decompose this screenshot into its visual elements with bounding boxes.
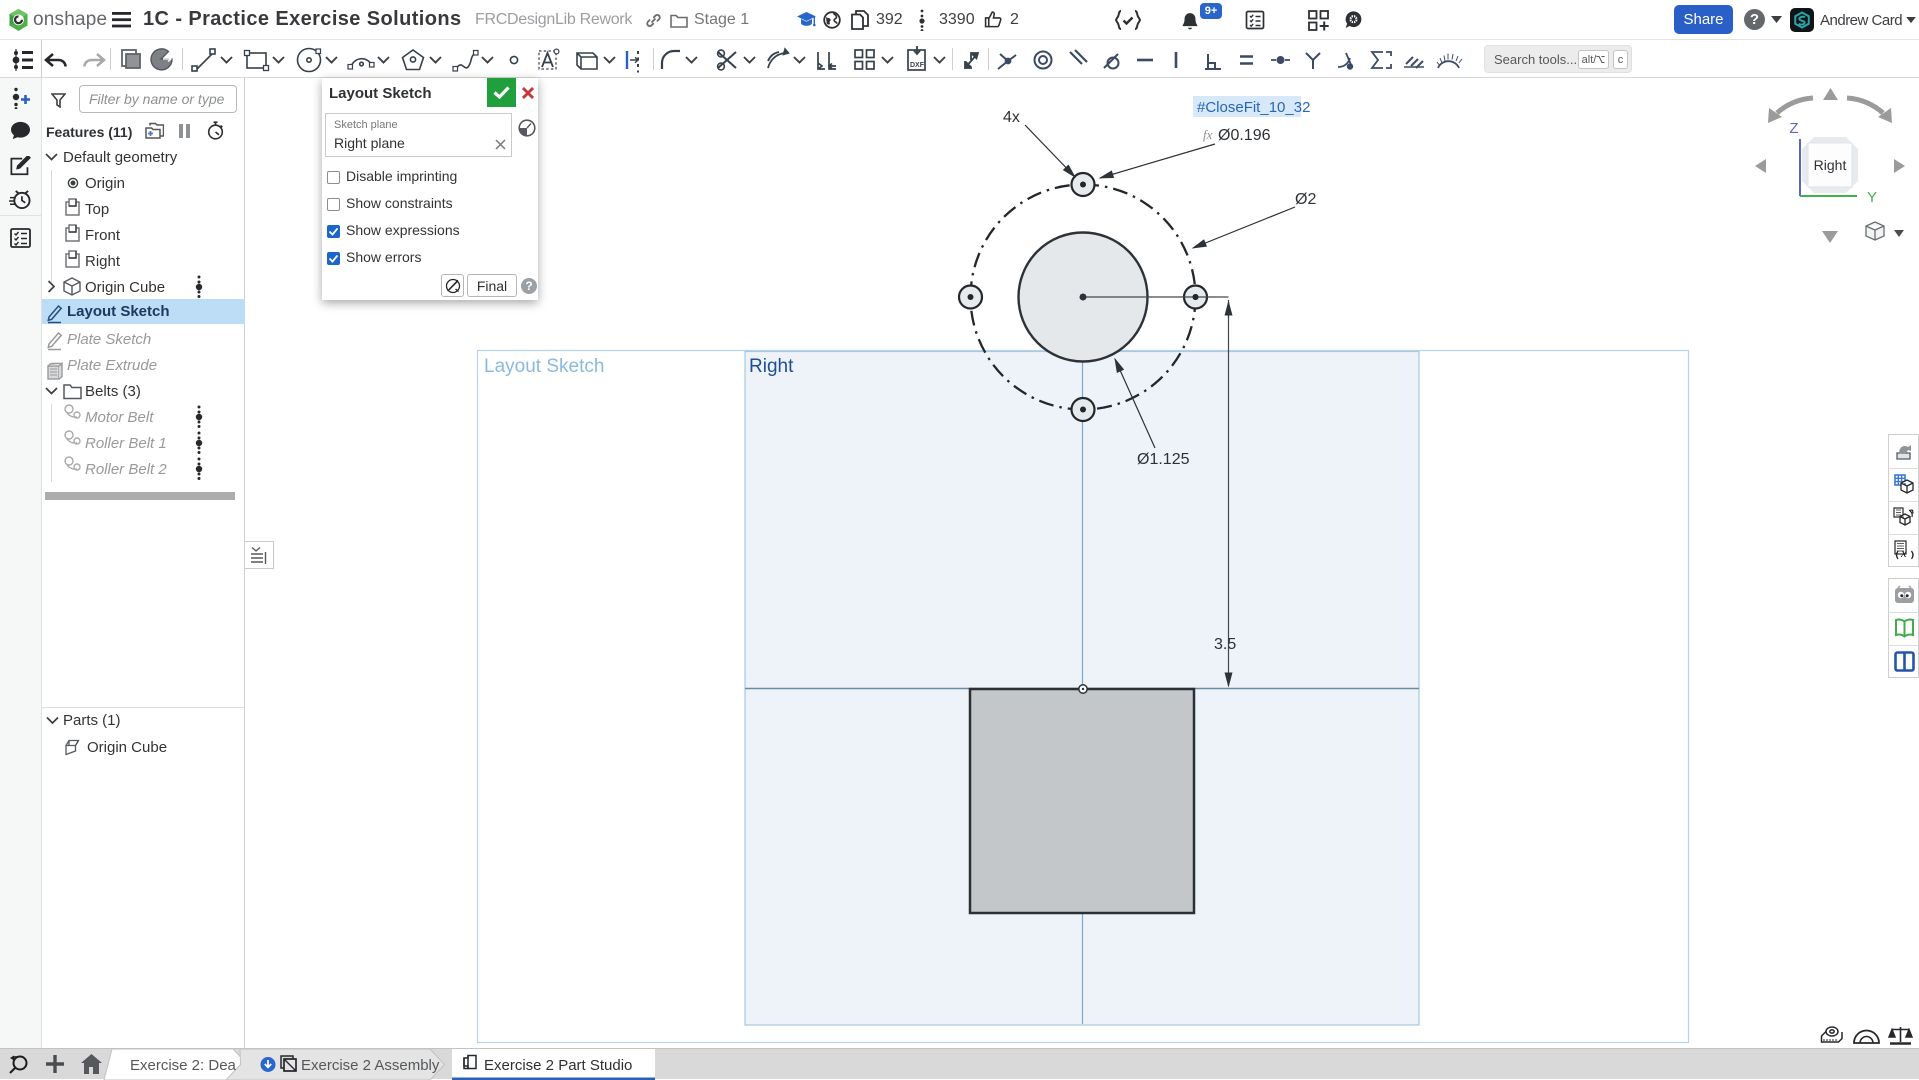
svg-text:Right: Right [1814,157,1847,173]
svg-text:fx: fx [1203,127,1213,142]
svg-text:Exercise 2 Part Studio: Exercise 2 Part Studio [484,1057,632,1074]
svg-text:Exercise 2: Dea: Exercise 2: Dea [130,1057,237,1074]
svg-text:3.5: 3.5 [1214,636,1236,653]
svg-text:Right: Right [749,356,794,377]
svg-text:Ø2: Ø2 [1295,191,1316,208]
svg-text:4x: 4x [1003,109,1020,126]
svg-text:Layout Sketch: Layout Sketch [484,356,604,377]
svg-text:x: x [1900,545,1907,560]
svg-text:Ø0.196: Ø0.196 [1218,127,1271,144]
svg-text:Y: Y [1867,189,1877,206]
svg-text:Exercise 2 Assembly: Exercise 2 Assembly [301,1057,440,1074]
svg-text:Z: Z [1789,120,1798,137]
svg-text:#CloseFit_10_32: #CloseFit_10_32 [1197,99,1310,116]
svg-text:Ø1.125: Ø1.125 [1137,451,1190,468]
